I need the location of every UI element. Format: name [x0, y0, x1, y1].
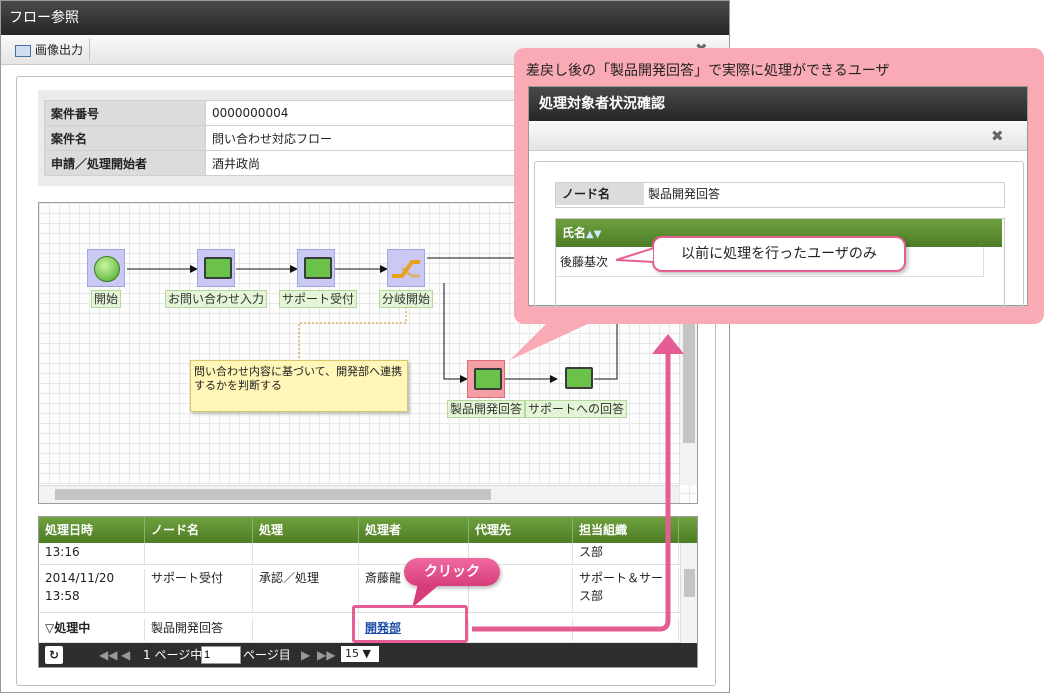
callout-text: 以前に処理を行ったユーザのみ: [681, 246, 877, 262]
sort-icon[interactable]: ▲▼: [586, 229, 601, 240]
overlay-caption: 差戻し後の「製品開発回答」で実際に処理ができるユーザ: [526, 63, 890, 79]
click-highlight: [352, 605, 468, 643]
node-name-value: 製品開発回答: [648, 187, 721, 201]
dialog-content: ノード名 製品開発回答 氏名▲▼ 後藤基次: [534, 161, 1024, 309]
col-header-name[interactable]: 氏名: [562, 226, 586, 240]
dialog-title: 処理対象者状況確認: [529, 87, 1027, 121]
cell-name: 後藤基次: [560, 255, 609, 269]
click-badge: クリック: [404, 558, 500, 586]
callout-tail: [616, 246, 654, 264]
node-name-label: ノード名: [556, 183, 644, 205]
dialog-toolbar: ✖: [529, 121, 1027, 151]
node-name-row: ノード名 製品開発回答: [555, 182, 1005, 208]
close-icon[interactable]: ✖: [991, 127, 1004, 145]
callout-previous-users: 以前に処理を行ったユーザのみ: [652, 236, 906, 272]
assignee-status-dialog: 処理対象者状況確認 ✖ ノード名 製品開発回答 氏名▲▼ 後藤基次: [528, 86, 1028, 309]
